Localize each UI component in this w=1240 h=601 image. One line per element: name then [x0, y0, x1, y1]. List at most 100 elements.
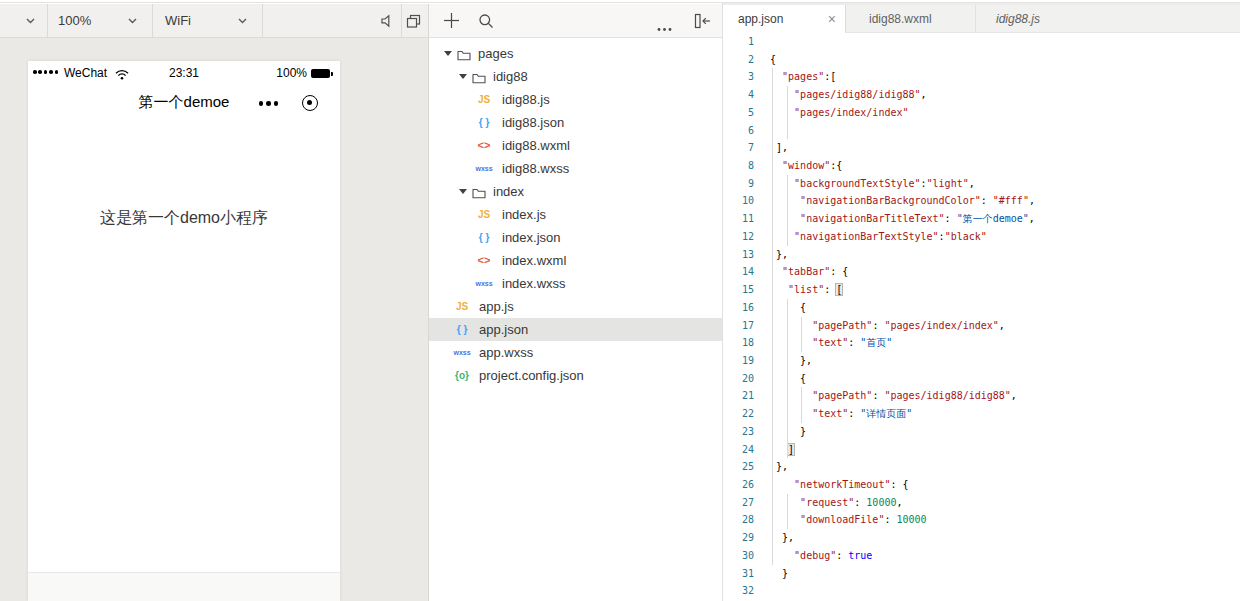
editor-panel: app.json× idig88.wxml idig88.js 12{3 "page…: [722, 3, 1240, 601]
code-line[interactable]: 12 "navigationBarTextStyle":"black": [723, 228, 1240, 246]
code-line-text: "navigationBarTitleText": "第一个demoe",: [770, 210, 1035, 228]
line-number: 7: [723, 139, 754, 157]
code-line[interactable]: 19 },: [723, 352, 1240, 370]
triangle-expand-icon[interactable]: [459, 74, 467, 79]
code-line-text: "list": [: [770, 281, 842, 299]
code-line[interactable]: 20 {: [723, 370, 1240, 388]
tree-folder-idig88[interactable]: idig88: [429, 65, 722, 88]
line-number: 31: [723, 565, 754, 583]
code-line-text: "pages/index/index": [770, 104, 908, 122]
code-line-text: {: [770, 370, 806, 388]
toolbar-separator: [152, 4, 153, 38]
tree-item-label: index: [493, 180, 524, 203]
multi-window-icon[interactable]: [406, 14, 421, 32]
line-number: 20: [723, 370, 754, 388]
phone-status-bar: WeChat 23:31 100%: [28, 61, 340, 85]
tree-folder-index[interactable]: index: [429, 180, 722, 203]
tree-item-label: index.js: [502, 203, 546, 226]
code-line[interactable]: 3 "pages":[: [723, 68, 1240, 86]
code-line[interactable]: 25 },: [723, 458, 1240, 476]
tab-close-icon[interactable]: ×: [828, 11, 836, 27]
code-line[interactable]: 32: [723, 582, 1240, 600]
code-line-text: }: [770, 565, 788, 583]
tree-file-index.json[interactable]: { }index.json: [429, 226, 722, 249]
code-line[interactable]: 30 "debug": true: [723, 547, 1240, 565]
line-number: 8: [723, 157, 754, 175]
code-line[interactable]: 29 },: [723, 529, 1240, 547]
code-line[interactable]: 7 ],: [723, 139, 1240, 157]
code-line[interactable]: 24 ]: [723, 441, 1240, 459]
zoom-dropdown-value[interactable]: 100%: [58, 4, 91, 38]
collapse-panel-icon[interactable]: [694, 13, 711, 33]
mini-program-close-icon[interactable]: [302, 95, 318, 111]
code-line[interactable]: 2{: [723, 51, 1240, 69]
code-line[interactable]: 14 "tabBar": {: [723, 263, 1240, 281]
more-options-icon[interactable]: [657, 18, 673, 36]
editor-tab-idig88.js[interactable]: idig88.js: [976, 5, 1106, 33]
code-line[interactable]: 8 "window":{: [723, 157, 1240, 175]
tree-file-idig88.json[interactable]: { }idig88.json: [429, 111, 722, 134]
tree-folder-pages[interactable]: pages: [429, 42, 722, 65]
code-line[interactable]: 23 }: [723, 423, 1240, 441]
triangle-expand-icon[interactable]: [444, 51, 452, 56]
tree-file-idig88.js[interactable]: JSidig88.js: [429, 88, 722, 111]
code-line[interactable]: 11 "navigationBarTitleText": "第一个demoe",: [723, 210, 1240, 228]
json-file-icon: { }: [472, 226, 496, 249]
wxml-file-icon: <>: [472, 134, 496, 157]
tree-item-label: pages: [478, 42, 513, 65]
tree-file-idig88.wxml[interactable]: <>idig88.wxml: [429, 134, 722, 157]
code-line[interactable]: 13 },: [723, 246, 1240, 264]
tree-item-label: app.wxss: [479, 341, 533, 364]
network-dropdown-value[interactable]: WiFi: [165, 4, 191, 38]
tree-file-project.config.json[interactable]: {o}project.config.json: [429, 364, 722, 387]
line-number: 28: [723, 511, 754, 529]
tree-file-index.js[interactable]: JSindex.js: [429, 203, 722, 226]
network-dropdown-chevron-icon[interactable]: [238, 18, 247, 24]
phone-simulator: WeChat 23:31 100% 第一个demoe 这是第一个demo小程序: [28, 61, 340, 601]
editor-tab-idig88.wxml[interactable]: idig88.wxml: [846, 5, 976, 33]
editor-tab-app.json[interactable]: app.json×: [723, 5, 846, 34]
folder-icon: [472, 185, 486, 203]
add-file-icon[interactable]: [443, 12, 460, 33]
zoom-dropdown-chevron-icon[interactable]: [128, 18, 137, 24]
code-line[interactable]: 27 "request": 10000,: [723, 494, 1240, 512]
code-line[interactable]: 6: [723, 122, 1240, 140]
line-number: 5: [723, 104, 754, 122]
tree-file-app.json[interactable]: { }app.json: [429, 318, 722, 341]
code-line-text: "pages/idig88/idig88",: [770, 86, 927, 104]
code-line[interactable]: 28 "downloadFile": 10000: [723, 511, 1240, 529]
line-number: 13: [723, 246, 754, 264]
phone-nav-bar: 第一个demoe: [28, 85, 340, 123]
tab-label: idig88.wxml: [869, 12, 932, 26]
wxml-file-icon: <>: [472, 249, 496, 272]
code-line[interactable]: 26 "networkTimeout": {: [723, 476, 1240, 494]
tree-file-app.js[interactable]: JSapp.js: [429, 295, 722, 318]
mini-program-menu-icon[interactable]: [256, 101, 279, 106]
code-line[interactable]: 4 "pages/idig88/idig88",: [723, 86, 1240, 104]
code-line[interactable]: 10 "navigationBarBackgroundColor": "#fff…: [723, 192, 1240, 210]
indent-guide: [787, 299, 788, 458]
line-number: 1: [723, 33, 754, 51]
tree-file-idig88.wxss[interactable]: wxssidig88.wxss: [429, 157, 722, 180]
code-line[interactable]: 9 "backgroundTextStyle":"light",: [723, 175, 1240, 193]
indent-guide: [801, 387, 802, 422]
line-number: 30: [723, 547, 754, 565]
device-dropdown[interactable]: [26, 18, 35, 24]
sound-icon[interactable]: [380, 14, 394, 32]
code-line-text: {: [770, 51, 776, 69]
line-number: 32: [723, 582, 754, 600]
code-line[interactable]: 31 }: [723, 565, 1240, 583]
line-number: 29: [723, 529, 754, 547]
triangle-expand-icon[interactable]: [459, 189, 467, 194]
code-line[interactable]: 16 {: [723, 299, 1240, 317]
code-line[interactable]: 15 "list": [: [723, 281, 1240, 299]
code-line-text: "request": 10000,: [770, 494, 902, 512]
code-line[interactable]: 5 "pages/index/index": [723, 104, 1240, 122]
tree-file-app.wxss[interactable]: wxssapp.wxss: [429, 341, 722, 364]
tree-file-index.wxml[interactable]: <>index.wxml: [429, 249, 722, 272]
search-icon[interactable]: [478, 13, 494, 33]
code-editor[interactable]: 12{3 "pages":[4 "pages/idig88/idig88",5 …: [723, 33, 1240, 601]
tree-file-index.wxss[interactable]: wxssindex.wxss: [429, 272, 722, 295]
code-line[interactable]: 1: [723, 33, 1240, 51]
folder-icon: [457, 47, 471, 65]
